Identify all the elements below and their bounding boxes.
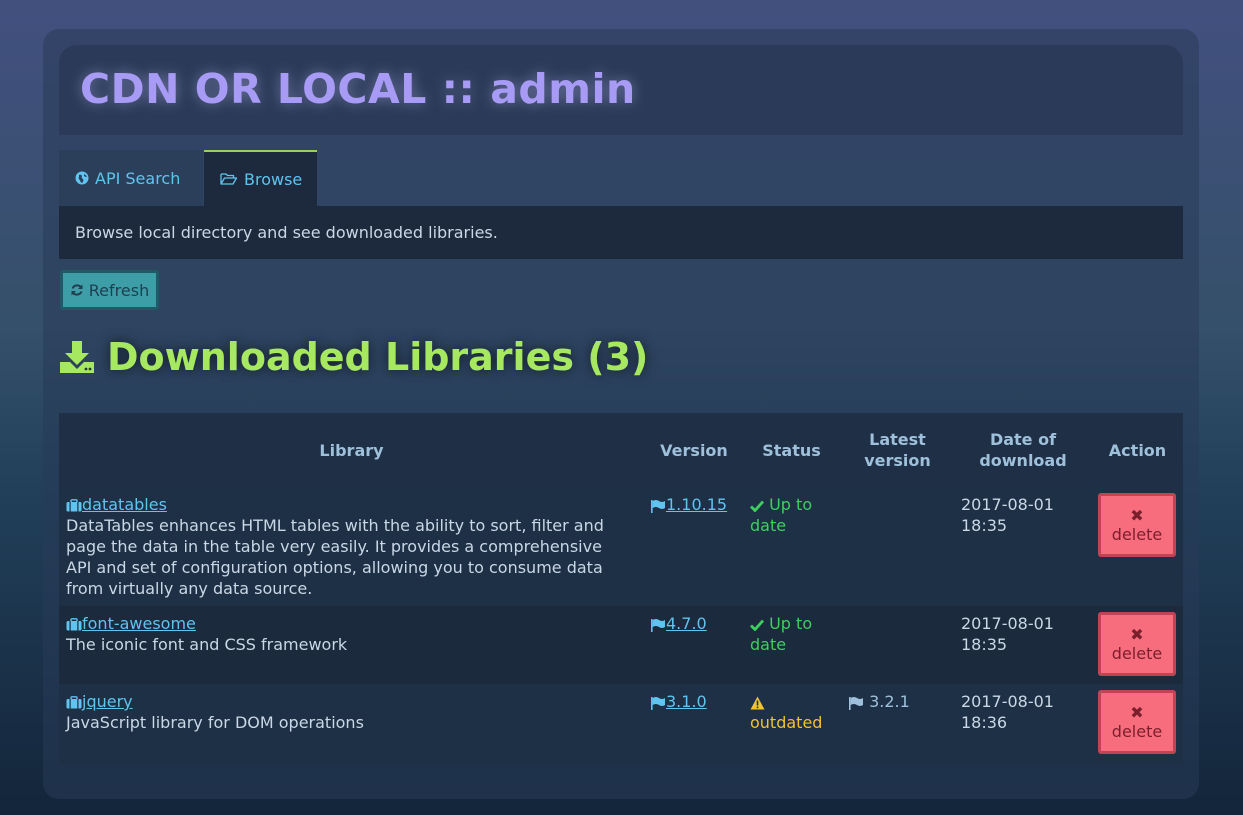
briefcase-icon <box>66 618 82 631</box>
library-cell: datatables DataTables enhances HTML tabl… <box>66 494 626 599</box>
tab-browse-label: Browse <box>244 169 303 189</box>
check-icon <box>750 619 764 631</box>
close-icon: ✖ <box>1130 625 1144 644</box>
app-title: CDN OR LOCAL :: admin <box>80 65 636 113</box>
date-cell: 2017-08-01 18:35 <box>961 495 1054 535</box>
flag-icon <box>651 696 665 710</box>
table-row: jquery JavaScript library for DOM operat… <box>59 684 1183 765</box>
version-cell: 1.10.15 <box>650 494 727 515</box>
status-cell: outdated <box>750 691 830 733</box>
col-date-of-download: Date of download <box>979 430 1067 470</box>
libraries-table: Library Version Status Latest version Dat… <box>59 413 1183 765</box>
tab-description-text: Browse local directory and see downloade… <box>75 223 498 242</box>
delete-button[interactable]: ✖ delete <box>1098 690 1176 754</box>
tab-description: Browse local directory and see downloade… <box>59 206 1183 259</box>
library-description: The iconic font and CSS framework <box>66 635 348 654</box>
download-icon <box>60 341 94 373</box>
col-latest-version: Latest version <box>864 430 931 470</box>
briefcase-icon <box>66 696 82 709</box>
version-cell: 4.7.0 <box>650 613 707 634</box>
tab-browse[interactable]: Browse <box>204 150 317 206</box>
close-icon: ✖ <box>1130 703 1144 722</box>
col-library: Library <box>319 440 384 460</box>
col-version: Version <box>660 440 728 460</box>
briefcase-icon <box>66 499 82 512</box>
folder-open-icon <box>220 173 238 185</box>
refresh-button[interactable]: Refresh <box>60 270 159 310</box>
library-link-jquery[interactable]: jquery <box>66 692 133 711</box>
flag-icon <box>651 499 665 513</box>
delete-button[interactable]: ✖ delete <box>1098 493 1176 557</box>
table-header: Library Version Status Latest version Dat… <box>59 413 1183 487</box>
refresh-label: Refresh <box>88 280 150 300</box>
tab-api-search-label: API Search <box>95 168 181 188</box>
warning-icon <box>750 696 765 709</box>
refresh-icon <box>71 284 83 296</box>
library-link-font-awesome[interactable]: font-awesome <box>66 614 196 633</box>
flag-icon <box>651 618 665 632</box>
flag-icon <box>849 696 863 710</box>
date-cell: 2017-08-01 18:35 <box>961 614 1054 654</box>
close-icon: ✖ <box>1130 506 1144 525</box>
latest-version-cell: 3.2.1 <box>848 691 910 712</box>
section-title: Downloaded Libraries (3) <box>59 335 648 379</box>
library-link-datatables[interactable]: datatables <box>66 495 167 514</box>
globe-icon <box>75 171 89 185</box>
col-action: Action <box>1108 440 1167 460</box>
delete-button[interactable]: ✖ delete <box>1098 612 1176 676</box>
version-link[interactable]: 1.10.15 <box>650 495 727 514</box>
date-cell: 2017-08-01 18:36 <box>961 692 1054 732</box>
status-cell: Up to date <box>750 614 813 654</box>
table-row: datatables DataTables enhances HTML tabl… <box>59 487 1183 606</box>
library-description: JavaScript library for DOM operations <box>66 713 364 732</box>
check-icon <box>750 500 764 512</box>
version-cell: 3.1.0 <box>650 691 707 712</box>
app-header: CDN OR LOCAL :: admin <box>59 45 1183 135</box>
tab-api-search[interactable]: API Search <box>59 150 203 206</box>
library-cell: jquery JavaScript library for DOM operat… <box>66 691 626 733</box>
status-cell: Up to date <box>750 495 813 535</box>
version-link[interactable]: 3.1.0 <box>650 692 707 711</box>
version-link[interactable]: 4.7.0 <box>650 614 707 633</box>
col-status: Status <box>762 440 821 460</box>
section-title-text: Downloaded Libraries (3) <box>107 335 649 379</box>
library-description: DataTables enhances HTML tables with the… <box>66 516 604 598</box>
table-row: font-awesome The iconic font and CSS fra… <box>59 606 1183 684</box>
library-cell: font-awesome The iconic font and CSS fra… <box>66 613 626 655</box>
